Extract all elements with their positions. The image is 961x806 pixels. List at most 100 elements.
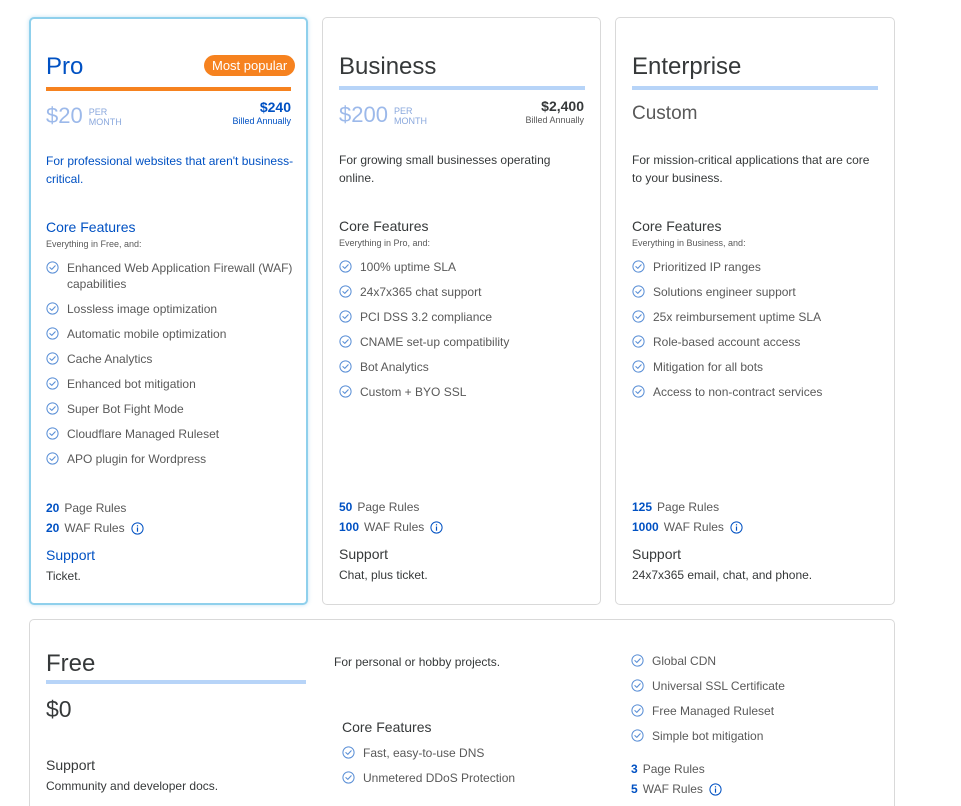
waf-rules-label: WAF Rules — [364, 520, 425, 534]
feature-item: Free Managed Ruleset — [631, 703, 861, 719]
waf-rules-count: 5 — [631, 782, 638, 796]
plan-name: Free — [46, 650, 96, 677]
check-circle-icon — [46, 327, 59, 340]
support-title: Support — [46, 757, 96, 773]
free-price: $0 — [46, 696, 72, 722]
plan-description: For personal or hobby projects. — [334, 655, 501, 669]
waf-rules-count: 20 — [46, 521, 60, 535]
check-circle-icon — [632, 310, 645, 323]
feature-item: Bot Analytics — [339, 359, 589, 375]
feature-item: Universal SSL Certificate — [631, 678, 861, 694]
feature-item: APO plugin for Wordpress — [46, 451, 296, 467]
price-block: $200 PER MONTH — [339, 102, 427, 128]
page-rules-line: 20 Page Rules — [46, 500, 126, 516]
check-circle-icon — [339, 310, 352, 323]
check-circle-icon — [46, 402, 59, 415]
check-circle-icon — [46, 261, 59, 274]
waf-rules-count: 1000 — [632, 520, 659, 534]
feature-item: 24x7x365 chat support — [339, 284, 589, 300]
check-circle-icon — [631, 704, 644, 717]
page-rules-label: Page Rules — [357, 500, 420, 514]
feature-item: Lossless image optimization — [46, 301, 296, 317]
feature-item: Enhanced Web Application Firewall (WAF) … — [46, 260, 296, 292]
annual-price: $2,400 — [541, 98, 584, 114]
waf-rules-label: WAF Rules — [642, 782, 703, 796]
feature-item: 100% uptime SLA — [339, 259, 589, 275]
info-circle-icon[interactable] — [430, 520, 443, 534]
annual-price: $240 — [259, 99, 291, 115]
core-feature-list: Fast, easy-to-use DNS Unmetered DDoS Pro… — [342, 745, 602, 795]
waf-rules-label: WAF Rules — [64, 521, 125, 535]
plan-description: For professional websites that aren't bu… — [46, 154, 294, 186]
plan-divider — [339, 86, 585, 90]
feature-list: Prioritized IP ranges Solutions engineer… — [632, 259, 882, 409]
waf-rules-line: 20 WAF Rules — [46, 520, 144, 536]
check-circle-icon — [631, 729, 644, 742]
feature-item: CNAME set-up compatibility — [339, 334, 589, 350]
check-circle-icon — [339, 360, 352, 373]
feature-item: Prioritized IP ranges — [632, 259, 882, 275]
page-rules-line: 50 Page Rules — [339, 499, 419, 515]
plan-card-free[interactable]: Free $0 Support Community and developer … — [29, 619, 895, 806]
waf-rules-label: WAF Rules — [663, 520, 724, 534]
check-circle-icon — [46, 352, 59, 365]
feature-item: 25x reimbursement uptime SLA — [632, 309, 882, 325]
plan-divider — [46, 680, 306, 684]
feature-item: Mitigation for all bots — [632, 359, 882, 375]
feature-item: Access to non-contract services — [632, 384, 882, 400]
feature-item: Unmetered DDoS Protection — [342, 770, 602, 786]
feature-item: Enhanced bot mitigation — [46, 376, 296, 392]
page-rules-count: 50 — [339, 500, 353, 514]
support-title: Support — [339, 546, 389, 562]
check-circle-icon — [632, 335, 645, 348]
waf-rules-line: 5 WAF Rules — [631, 781, 722, 797]
page-rules-count: 3 — [631, 762, 638, 776]
core-features-subtitle: Everything in Business, and: — [632, 238, 746, 248]
core-features-subtitle: Everything in Pro, and: — [339, 238, 431, 248]
core-features-title: Core Features — [342, 719, 432, 735]
annual-price-block: $240 Billed Annually — [232, 99, 291, 127]
annual-price-block: $2,400 Billed Annually — [525, 98, 584, 126]
page-rules-label: Page Rules — [642, 762, 705, 776]
core-features-title: Core Features — [632, 218, 722, 234]
check-circle-icon — [46, 452, 59, 465]
per-month-label: PER MONTH — [88, 107, 122, 127]
info-circle-icon[interactable] — [730, 520, 743, 534]
check-circle-icon — [339, 260, 352, 273]
plan-card-business[interactable]: Business $200 PER MONTH $2,400 Billed An… — [322, 17, 601, 605]
support-text: 24x7x365 email, chat, and phone. — [632, 568, 813, 582]
page-rules-line: 125 Page Rules — [632, 499, 719, 515]
check-circle-icon — [46, 377, 59, 390]
plan-card-pro[interactable]: Pro Most popular $20 PER MONTH $240 Bill… — [29, 17, 308, 605]
check-circle-icon — [339, 335, 352, 348]
check-circle-icon — [46, 302, 59, 315]
page-rules-count: 125 — [632, 500, 653, 514]
plan-divider — [46, 87, 291, 91]
page-rules-count: 20 — [46, 501, 60, 515]
check-circle-icon — [342, 746, 355, 759]
waf-rules-line: 100 WAF Rules — [339, 519, 443, 535]
waf-rules-line: 1000 WAF Rules — [632, 519, 743, 535]
plan-card-enterprise[interactable]: Enterprise Custom For mission-critical a… — [615, 17, 895, 605]
check-circle-icon — [339, 385, 352, 398]
feature-item: Super Bot Fight Mode — [46, 401, 296, 417]
core-features-title: Core Features — [46, 219, 136, 235]
feature-list: Enhanced Web Application Firewall (WAF) … — [46, 260, 296, 476]
feature-item: Automatic mobile optimization — [46, 326, 296, 342]
check-circle-icon — [46, 427, 59, 440]
plan-divider — [632, 86, 878, 90]
check-circle-icon — [631, 679, 644, 692]
billed-annually-label: Billed Annually — [525, 115, 584, 125]
support-text: Chat, plus ticket. — [339, 568, 428, 582]
feature-list: 100% uptime SLA 24x7x365 chat support PC… — [339, 259, 589, 409]
feature-item: Simple bot mitigation — [631, 728, 861, 744]
feature-item: PCI DSS 3.2 compliance — [339, 309, 589, 325]
feature-list: Global CDN Universal SSL Certificate Fre… — [631, 653, 861, 753]
plan-description: For growing small businesses operating o… — [339, 153, 551, 185]
billed-annually-label: Billed Annually — [232, 116, 291, 126]
info-circle-icon[interactable] — [130, 521, 144, 535]
page-rules-label: Page Rules — [64, 501, 127, 515]
info-circle-icon[interactable] — [709, 782, 722, 796]
feature-item: Cache Analytics — [46, 351, 296, 367]
price-block: $20 PER MONTH — [46, 103, 122, 129]
